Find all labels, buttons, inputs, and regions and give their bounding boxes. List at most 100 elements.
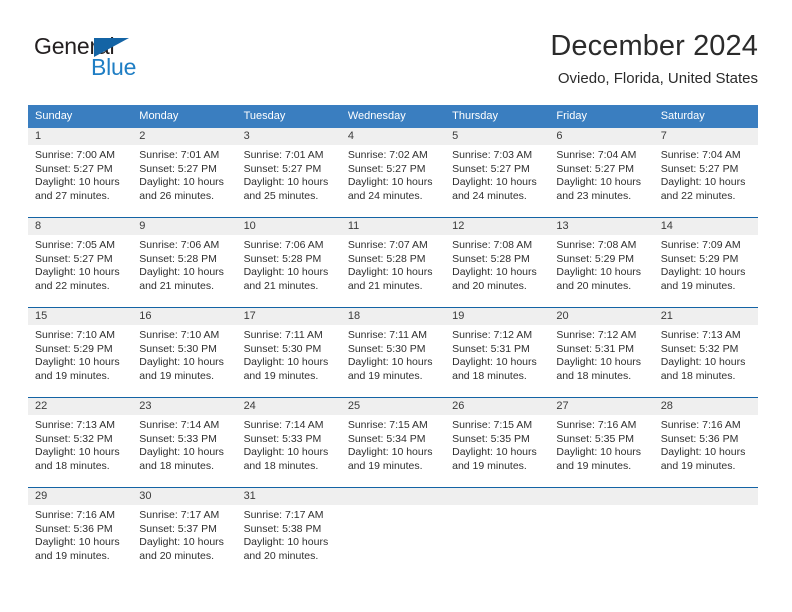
calendar-day-cell[interactable]: 5 Sunrise: 7:03 AM Sunset: 5:27 PM Daylight…: [445, 128, 550, 218]
calendar-day-cell[interactable]: 28 Sunrise: 7:16 AM Sunset: 5:36 PM Dayligh…: [653, 397, 758, 488]
calendar-day-cell[interactable]: 11 Sunrise: 7:07 AM Sunset: 5:28 PM Dayligh…: [340, 217, 446, 308]
sunrise-text: Sunrise: 7:04 AM: [660, 149, 741, 161]
sunrise-text: Sunrise: 7:12 AM: [556, 329, 637, 341]
sunset-text: Sunset: 5:34 PM: [347, 432, 426, 445]
calendar-header-row: Sunday Monday Tuesday Wednesday Thursday…: [28, 105, 758, 128]
day-number: 21: [653, 308, 758, 325]
daylight-text-line1: Daylight: 10 hours: [139, 176, 224, 189]
calendar-day-cell[interactable]: 23 Sunrise: 7:14 AM Sunset: 5:33 PM Dayligh…: [132, 397, 237, 488]
calendar-day-cell[interactable]: 31 Sunrise: 7:17 AM Sunset: 5:38 PM Dayligh…: [236, 487, 341, 577]
daylight-text-line1: Daylight: 10 hours: [452, 266, 537, 279]
daylight-text-line2: and 19 minutes.: [139, 369, 214, 382]
calendar-day-cell[interactable]: 22 Sunrise: 7:13 AM Sunset: 5:32 PM Dayligh…: [28, 397, 133, 488]
daylight-text-line2: and 26 minutes.: [139, 189, 214, 202]
calendar-day-cell[interactable]: 15 Sunrise: 7:10 AM Sunset: 5:29 PM Dayligh…: [28, 307, 133, 398]
day-number: 12: [445, 218, 550, 235]
calendar-day-cell[interactable]: 21 Sunrise: 7:13 AM Sunset: 5:32 PM Dayligh…: [653, 307, 758, 398]
daylight-text-line2: and 20 minutes.: [139, 549, 214, 562]
daylight-text-line1: Daylight: 10 hours: [35, 446, 120, 459]
sunrise-text: Sunrise: 7:16 AM: [35, 509, 115, 521]
day-details: Sunrise: 7:15 AM Sunset: 5:34 PM Daylight:…: [341, 415, 445, 473]
day-details: Sunrise: 7:01 AM Sunset: 5:27 PM Daylight:…: [132, 145, 236, 203]
calendar-day-cell[interactable]: 18 Sunrise: 7:11 AM Sunset: 5:30 PM Dayligh…: [340, 307, 446, 398]
calendar-cell-empty: [340, 487, 446, 577]
calendar-day-cell[interactable]: 8 Sunrise: 7:05 AM Sunset: 5:27 PM Daylight…: [28, 217, 133, 308]
calendar-day-cell[interactable]: 16 Sunrise: 7:10 AM Sunset: 5:30 PM Dayligh…: [132, 307, 237, 398]
daylight-text-line2: and 19 minutes.: [243, 369, 319, 382]
calendar-day-cell[interactable]: 17 Sunrise: 7:11 AM Sunset: 5:30 PM Dayligh…: [236, 307, 341, 398]
general-blue-logo[interactable]: General Blue: [34, 34, 164, 82]
sunset-text: Sunset: 5:30 PM: [243, 342, 322, 355]
daylight-text-line1: Daylight: 10 hours: [347, 266, 433, 279]
day-number: 18: [340, 308, 446, 325]
day-number: 22: [28, 398, 133, 415]
calendar-day-cell[interactable]: 26 Sunrise: 7:15 AM Sunset: 5:35 PM Dayligh…: [445, 397, 550, 488]
calendar-day-cell[interactable]: 10 Sunrise: 7:06 AM Sunset: 5:28 PM Dayligh…: [236, 217, 341, 308]
day-details: Sunrise: 7:09 AM Sunset: 5:29 PM Daylight:…: [654, 235, 758, 293]
calendar-day-cell[interactable]: 9 Sunrise: 7:06 AM Sunset: 5:28 PM Daylight…: [132, 217, 237, 308]
calendar-day-cell[interactable]: 6 Sunrise: 7:04 AM Sunset: 5:27 PM Daylight…: [549, 128, 654, 218]
daylight-text-line1: Daylight: 10 hours: [660, 446, 746, 459]
day-number: 30: [132, 488, 237, 505]
day-details: [654, 505, 758, 509]
sunset-text: Sunset: 5:35 PM: [452, 432, 530, 445]
day-number: 5: [445, 128, 550, 145]
calendar-day-cell[interactable]: 3 Sunrise: 7:01 AM Sunset: 5:27 PM Daylight…: [236, 128, 341, 218]
calendar-week-row: 29 Sunrise: 7:16 AM Sunset: 5:36 PM Dayligh…: [28, 487, 758, 577]
day-details: Sunrise: 7:17 AM Sunset: 5:37 PM Daylight:…: [132, 505, 236, 563]
sunset-text: Sunset: 5:31 PM: [452, 342, 530, 355]
calendar-day-cell[interactable]: 14 Sunrise: 7:09 AM Sunset: 5:29 PM Dayligh…: [653, 217, 758, 308]
calendar-day-cell[interactable]: 7 Sunrise: 7:04 AM Sunset: 5:27 PM Daylight…: [653, 128, 758, 218]
weekday-header-sunday: Sunday: [28, 105, 133, 128]
day-details: Sunrise: 7:00 AM Sunset: 5:27 PM Daylight:…: [28, 145, 132, 203]
sunset-text: Sunset: 5:32 PM: [35, 432, 113, 445]
calendar-day-cell[interactable]: 25 Sunrise: 7:15 AM Sunset: 5:34 PM Dayligh…: [340, 397, 446, 488]
calendar-day-cell[interactable]: 24 Sunrise: 7:14 AM Sunset: 5:33 PM Dayligh…: [236, 397, 341, 488]
day-number: 7: [653, 128, 758, 145]
calendar-day-cell[interactable]: 1 Sunrise: 7:00 AM Sunset: 5:27 PM Daylight…: [28, 128, 133, 218]
day-number: 3: [236, 128, 341, 145]
sunset-text: Sunset: 5:33 PM: [243, 432, 322, 445]
day-details: Sunrise: 7:15 AM Sunset: 5:35 PM Daylight:…: [445, 415, 549, 473]
sunset-text: Sunset: 5:29 PM: [35, 342, 113, 355]
sunrise-text: Sunrise: 7:08 AM: [556, 239, 637, 251]
calendar-day-cell[interactable]: 29 Sunrise: 7:16 AM Sunset: 5:36 PM Dayligh…: [28, 487, 133, 577]
calendar-body: 1 Sunrise: 7:00 AM Sunset: 5:27 PM Daylight…: [28, 128, 758, 577]
day-details: Sunrise: 7:10 AM Sunset: 5:30 PM Daylight:…: [132, 325, 236, 383]
calendar-day-cell[interactable]: 13 Sunrise: 7:08 AM Sunset: 5:29 PM Dayligh…: [549, 217, 654, 308]
daylight-text-line1: Daylight: 10 hours: [139, 536, 224, 549]
daylight-text-line2: and 19 minutes.: [347, 459, 423, 472]
day-details: Sunrise: 7:17 AM Sunset: 5:38 PM Daylight:…: [237, 505, 341, 563]
day-number: 14: [653, 218, 758, 235]
calendar-day-cell[interactable]: 27 Sunrise: 7:16 AM Sunset: 5:35 PM Dayligh…: [549, 397, 654, 488]
sunrise-text: Sunrise: 7:11 AM: [243, 329, 323, 341]
day-number: [549, 488, 654, 505]
daylight-text-line1: Daylight: 10 hours: [660, 266, 746, 279]
daylight-text-line1: Daylight: 10 hours: [139, 266, 224, 279]
day-number: 6: [549, 128, 654, 145]
calendar-day-cell[interactable]: 19 Sunrise: 7:12 AM Sunset: 5:31 PM Dayligh…: [445, 307, 550, 398]
day-details: [341, 505, 445, 509]
day-number: 20: [549, 308, 654, 325]
calendar-day-cell[interactable]: 4 Sunrise: 7:02 AM Sunset: 5:27 PM Daylight…: [340, 128, 446, 218]
day-details: Sunrise: 7:14 AM Sunset: 5:33 PM Daylight:…: [237, 415, 341, 473]
day-number: 11: [340, 218, 446, 235]
sunrise-text: Sunrise: 7:10 AM: [139, 329, 220, 341]
page-title: December 2024: [550, 30, 758, 62]
sunrise-text: Sunrise: 7:04 AM: [556, 149, 637, 161]
sunrise-text: Sunrise: 7:15 AM: [347, 419, 428, 431]
calendar-day-cell[interactable]: 30 Sunrise: 7:17 AM Sunset: 5:37 PM Dayligh…: [132, 487, 237, 577]
daylight-text-line2: and 19 minutes.: [452, 459, 527, 472]
day-details: Sunrise: 7:08 AM Sunset: 5:28 PM Daylight:…: [445, 235, 549, 293]
sunset-text: Sunset: 5:37 PM: [139, 522, 217, 535]
calendar-day-cell[interactable]: 12 Sunrise: 7:08 AM Sunset: 5:28 PM Dayligh…: [445, 217, 550, 308]
calendar-cell-empty: [653, 487, 758, 577]
daylight-text-line1: Daylight: 10 hours: [139, 446, 224, 459]
calendar-day-cell[interactable]: 2 Sunrise: 7:01 AM Sunset: 5:27 PM Daylight…: [132, 128, 237, 218]
daylight-text-line2: and 18 minutes.: [35, 459, 110, 472]
calendar-day-cell[interactable]: 20 Sunrise: 7:12 AM Sunset: 5:31 PM Dayligh…: [549, 307, 654, 398]
sunset-text: Sunset: 5:27 PM: [139, 162, 217, 175]
sunset-text: Sunset: 5:36 PM: [35, 522, 113, 535]
day-details: Sunrise: 7:12 AM Sunset: 5:31 PM Daylight:…: [445, 325, 549, 383]
sunset-text: Sunset: 5:35 PM: [556, 432, 635, 445]
